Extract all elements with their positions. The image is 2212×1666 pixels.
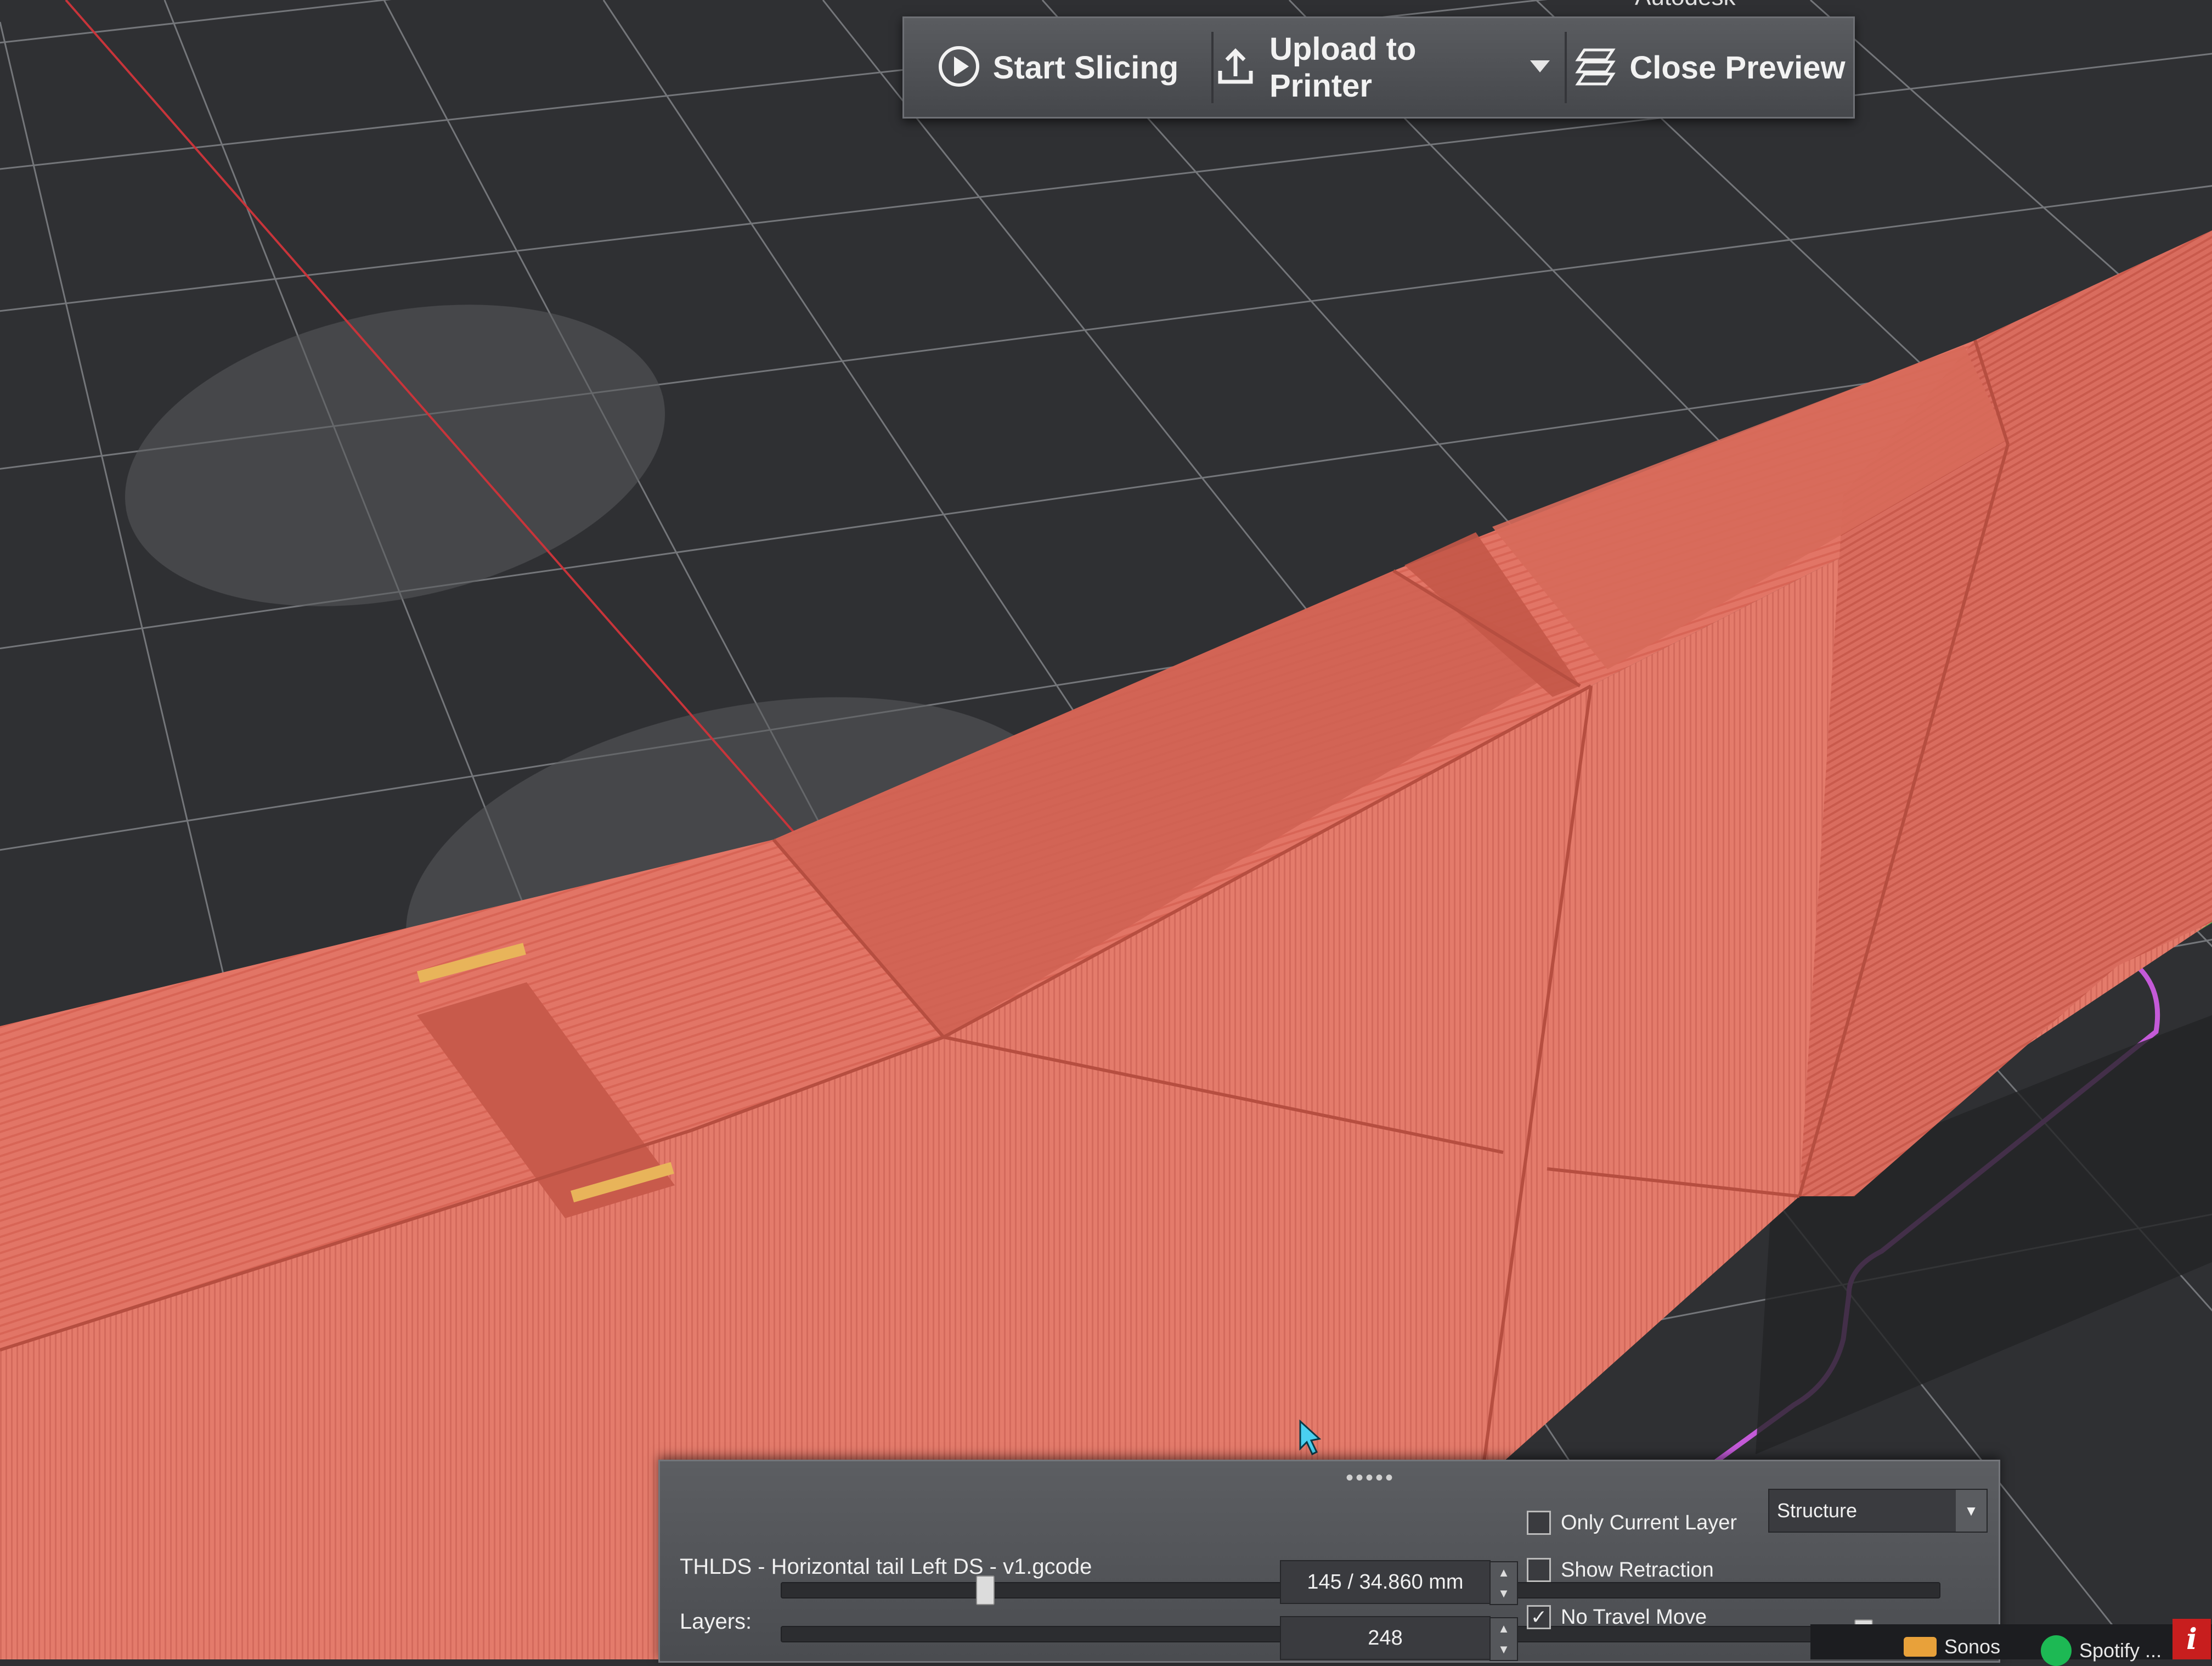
info-icon[interactable]: i xyxy=(2172,1619,2211,1659)
only-current-layer-label: Only Current Layer xyxy=(1561,1511,1737,1534)
chevron-down-icon xyxy=(1529,59,1551,76)
upload-to-printer-button[interactable]: Upload to Printer xyxy=(1214,18,1515,117)
chevron-up-icon[interactable]: ▲ xyxy=(1498,1566,1510,1580)
play-icon xyxy=(937,44,981,91)
upload-to-printer-label: Upload to Printer xyxy=(1269,31,1417,104)
layer-count-spinbox[interactable]: 248 ▲ ▼ xyxy=(1280,1616,1518,1661)
show-retraction-label: Show Retraction xyxy=(1561,1558,1714,1581)
layer-count-stepper[interactable]: ▲ ▼ xyxy=(1489,1617,1518,1661)
only-current-layer-checkbox[interactable] xyxy=(1527,1511,1551,1535)
no-travel-move-checkbox[interactable]: ✓ xyxy=(1527,1605,1551,1629)
chevron-down-icon[interactable]: ▼ xyxy=(1498,1642,1510,1657)
partial-header-text: Autodesk xyxy=(1635,0,1735,11)
taskbar-sonos[interactable]: Sonos xyxy=(1904,1635,2000,1658)
close-preview-button[interactable]: Close Preview xyxy=(1567,18,1852,117)
chevron-down-icon: ▼ xyxy=(1956,1490,1987,1532)
close-preview-label: Close Preview xyxy=(1629,49,1846,86)
layer-height-stepper[interactable]: ▲ ▼ xyxy=(1489,1561,1518,1605)
layers-label: Layers: xyxy=(680,1609,752,1634)
show-retraction-option[interactable]: Show Retraction xyxy=(1527,1558,1714,1582)
gcode-filename: THLDS - Horizontal tail Left DS - v1.gco… xyxy=(680,1555,1092,1579)
spotify-icon xyxy=(2041,1635,2072,1666)
start-slicing-button[interactable]: Start Slicing xyxy=(904,18,1211,117)
view-mode-value: Structure xyxy=(1777,1499,1858,1522)
preview-toolbar: Start Slicing Upload to Printer Close Pr… xyxy=(902,16,1855,119)
layer-height-value: 145 / 34.860 mm xyxy=(1307,1570,1464,1594)
chevron-up-icon[interactable]: ▲ xyxy=(1498,1622,1510,1636)
start-slicing-label: Start Slicing xyxy=(992,49,1179,86)
no-travel-move-option[interactable]: ✓ No Travel Move xyxy=(1527,1605,1707,1629)
3d-preview-viewport[interactable] xyxy=(0,0,2212,1659)
layer-preview-panel: ••••• THLDS - Horizontal tail Left DS - … xyxy=(658,1460,2000,1663)
layer-position-slider-thumb[interactable] xyxy=(976,1575,995,1605)
upload-options-dropdown[interactable] xyxy=(1515,18,1565,117)
chevron-down-icon[interactable]: ▼ xyxy=(1498,1586,1510,1601)
layer-count-value: 248 xyxy=(1368,1626,1403,1650)
checkmark-icon: ✓ xyxy=(1530,1606,1548,1628)
sonos-icon xyxy=(1904,1637,1937,1657)
only-current-layer-option[interactable]: Only Current Layer xyxy=(1527,1511,1737,1535)
show-retraction-checkbox[interactable] xyxy=(1527,1558,1551,1582)
no-travel-move-label: No Travel Move xyxy=(1561,1605,1707,1629)
layer-height-spinbox[interactable]: 145 / 34.860 mm ▲ ▼ xyxy=(1280,1560,1518,1605)
layers-icon xyxy=(1573,44,1617,91)
taskbar-sonos-label: Sonos xyxy=(1944,1635,2001,1658)
upload-icon xyxy=(1214,44,1257,91)
view-mode-select[interactable]: Structure ▼ xyxy=(1768,1489,1988,1533)
taskbar-spotify-label: Spotify ... xyxy=(2079,1639,2162,1662)
panel-drag-handle[interactable]: ••••• xyxy=(1346,1466,1395,1490)
taskbar-spotify[interactable]: Spotify ... xyxy=(2041,1635,2162,1666)
